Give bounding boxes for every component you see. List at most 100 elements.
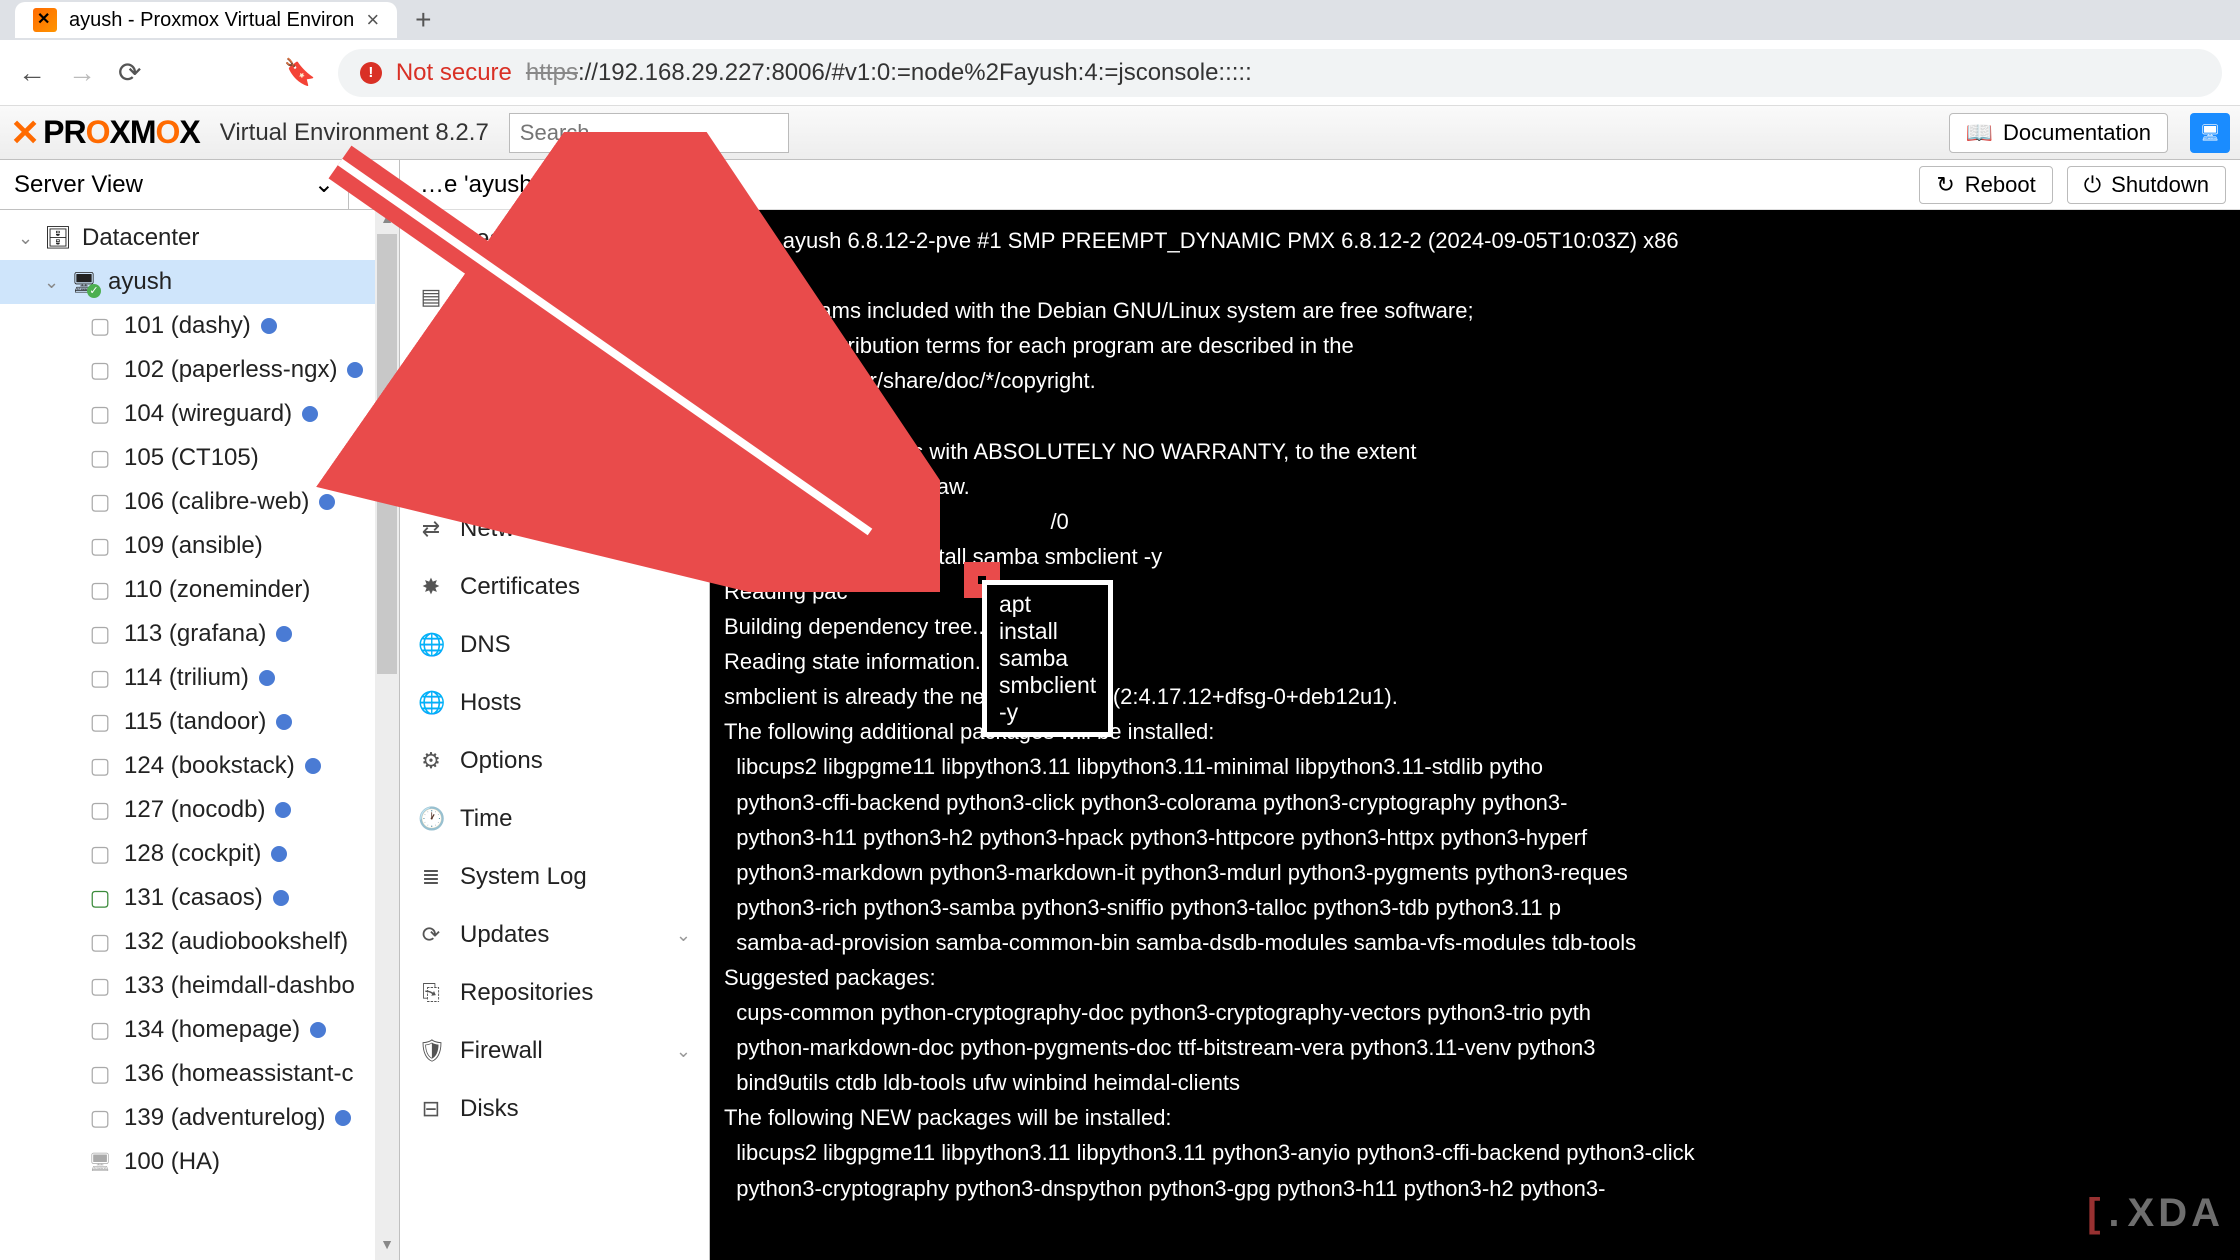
container-icon [86,313,114,339]
tab-close-icon[interactable]: × [366,7,379,33]
reboot-button[interactable]: ↻ Reboot [1919,166,2052,204]
tree-settings-button[interactable]: ⚙ [349,169,399,200]
forward-button[interactable]: → [68,57,96,89]
menu-item-firewall[interactable]: 🛡 Firewall ⌄ [400,1022,709,1080]
menu-label: System Log [460,863,587,891]
menu-icon: ⚙ [418,458,444,484]
reload-button[interactable]: ⟳ [118,56,141,89]
tree-item[interactable]: 106 (calibre-web) [0,480,399,524]
menu-item-search[interactable]: 🔍 Search [400,210,709,268]
chevron-down-icon: ⌄ [314,170,334,199]
tree-item[interactable]: 132 (audiobookshelf) [0,920,399,964]
collapse-icon[interactable]: ⌄ [44,272,60,293]
proxmox-logo[interactable]: ✕ PROXMOX [10,112,200,154]
menu-icon: ⎘ [418,980,444,1006]
new-tab-button[interactable]: + [415,4,431,36]
create-vm-button[interactable]: 🖥 [2190,113,2230,153]
menu-item-system-log[interactable]: ≣ System Log [400,848,709,906]
status-dot-icon [302,406,318,422]
container-icon [86,709,114,735]
bookmark-icon[interactable]: 🔖 [283,57,315,88]
container-icon [86,885,114,911]
menu-item-network[interactable]: ⇄ Network [400,500,709,558]
tree-item[interactable]: 105 (CT105) [0,436,399,480]
url-text: ://192.168.29.227:8006/#v1:0:=node%2Fayu… [578,59,1252,86]
menu-item-disks[interactable]: ⊟ Disks [400,1080,709,1138]
tree-label: 100 (HA) [124,1148,220,1176]
shell-terminal[interactable]: Linux ayush 6.8.12-2-pve #1 SMP PREEMPT_… [710,210,2240,1260]
chevron-down-icon: ⌄ [676,925,691,946]
tree-node-ayush[interactable]: ⌄ ayush [0,260,399,304]
tree-item[interactable]: 102 (paperless-ngx) [0,348,399,392]
menu-item-updates[interactable]: ⟳ Updates ⌄ [400,906,709,964]
menu-label: Time [460,805,512,833]
tree-label: 105 (CT105) [124,444,259,472]
tree-item[interactable]: 110 (zoneminder) [0,568,399,612]
menu-icon: ⚙ [418,748,444,774]
tree-datacenter[interactable]: ⌄ Datacenter [0,216,399,260]
menu-item-certificates[interactable]: ✸ Certificates [400,558,709,616]
scroll-thumb[interactable] [377,234,397,674]
shutdown-button[interactable]: ⏻ Shutdown [2067,166,2226,204]
browser-tab-strip: ayush - Proxmox Virtual Environ × + [0,0,2240,40]
menu-icon: ⟳ [418,922,444,948]
tree-label: 127 (nocodb) [124,796,265,824]
tree-item[interactable]: 134 (homepage) [0,1008,399,1052]
menu-item-repositories[interactable]: ⎘ Repositories [400,964,709,1022]
status-dot-icon [276,626,292,642]
tree-item[interactable]: 128 (cockpit) [0,832,399,876]
tree-item[interactable]: 124 (bookstack) [0,744,399,788]
tree-label: 139 (adventurelog) [124,1104,325,1132]
tree-item[interactable]: 139 (adventurelog) [0,1096,399,1140]
menu-item-options[interactable]: ⚙ Options [400,732,709,790]
menu-item-summary[interactable]: ▤ Summary [400,268,709,326]
documentation-button[interactable]: 📖 Documentation [1949,113,2168,153]
browser-tab[interactable]: ayush - Proxmox Virtual Environ × [15,2,397,38]
container-icon [86,1152,114,1173]
chevron-down-icon: ⌄ [676,1041,691,1062]
container-icon [86,929,114,955]
container-icon [86,621,114,647]
tree-item[interactable]: 127 (nocodb) [0,788,399,832]
collapse-icon[interactable]: ⌄ [18,228,34,249]
back-button[interactable]: ← [18,57,46,89]
tree-item[interactable]: 131 (casaos) [0,876,399,920]
scroll-down-icon[interactable]: ▼ [375,1236,399,1260]
menu-icon: 🌐 [418,632,444,658]
menu-item-dns[interactable]: 🌐 DNS [400,616,709,674]
tree-item[interactable]: 115 (tandoor) [0,700,399,744]
menu-item-notes[interactable]: ▭ Notes [400,326,709,384]
tab-favicon-icon [33,8,57,32]
menu-item-time[interactable]: 🕐 Time [400,790,709,848]
tree-label: 109 (ansible) [124,532,263,560]
monitor-icon: 🖥 [2200,123,2220,143]
view-selector[interactable]: Server View ⌄ [0,160,349,209]
menu-item-shell[interactable]: >_ Shell [400,384,709,442]
tree-item[interactable]: 100 (HA) [0,1140,399,1184]
tree-scrollbar[interactable]: ▲ ▼ [375,210,399,1260]
url-bar[interactable]: ! Not secure https://192.168.29.227:8006… [338,49,2222,97]
content-panel: ↻ Reboot ⏻ Shutdown Linux ayush 6.8.12-2… [710,160,2240,1260]
scroll-up-icon[interactable]: ▲ [375,210,399,234]
tree-item[interactable]: 113 (grafana) [0,612,399,656]
menu-icon: 🕐 [418,806,444,832]
node-icon [70,270,98,295]
tree-item[interactable]: 114 (trilium) [0,656,399,700]
menu-label: Search [460,225,536,253]
menu-label: Updates [460,921,549,949]
tree-label: 131 (casaos) [124,884,263,912]
tree-item[interactable]: 104 (wireguard) [0,392,399,436]
tree-item[interactable]: 109 (ansible) [0,524,399,568]
tree-item[interactable]: 136 (homeassistant-c [0,1052,399,1096]
tree-item[interactable]: 133 (heimdall-dashbo [0,964,399,1008]
tree-label: ayush [108,268,172,296]
highlighted-command: apt install samba smbclient -y [999,591,1096,725]
tree-item[interactable]: 101 (dashy) [0,304,399,348]
menu-icon: ▭ [418,342,444,368]
container-icon [86,1105,114,1131]
search-input[interactable] [509,113,789,153]
status-dot-icon [273,890,289,906]
datacenter-icon [44,225,72,251]
menu-item-system[interactable]: ⚙ System ⌄ [400,442,709,500]
menu-item-hosts[interactable]: 🌐 Hosts [400,674,709,732]
